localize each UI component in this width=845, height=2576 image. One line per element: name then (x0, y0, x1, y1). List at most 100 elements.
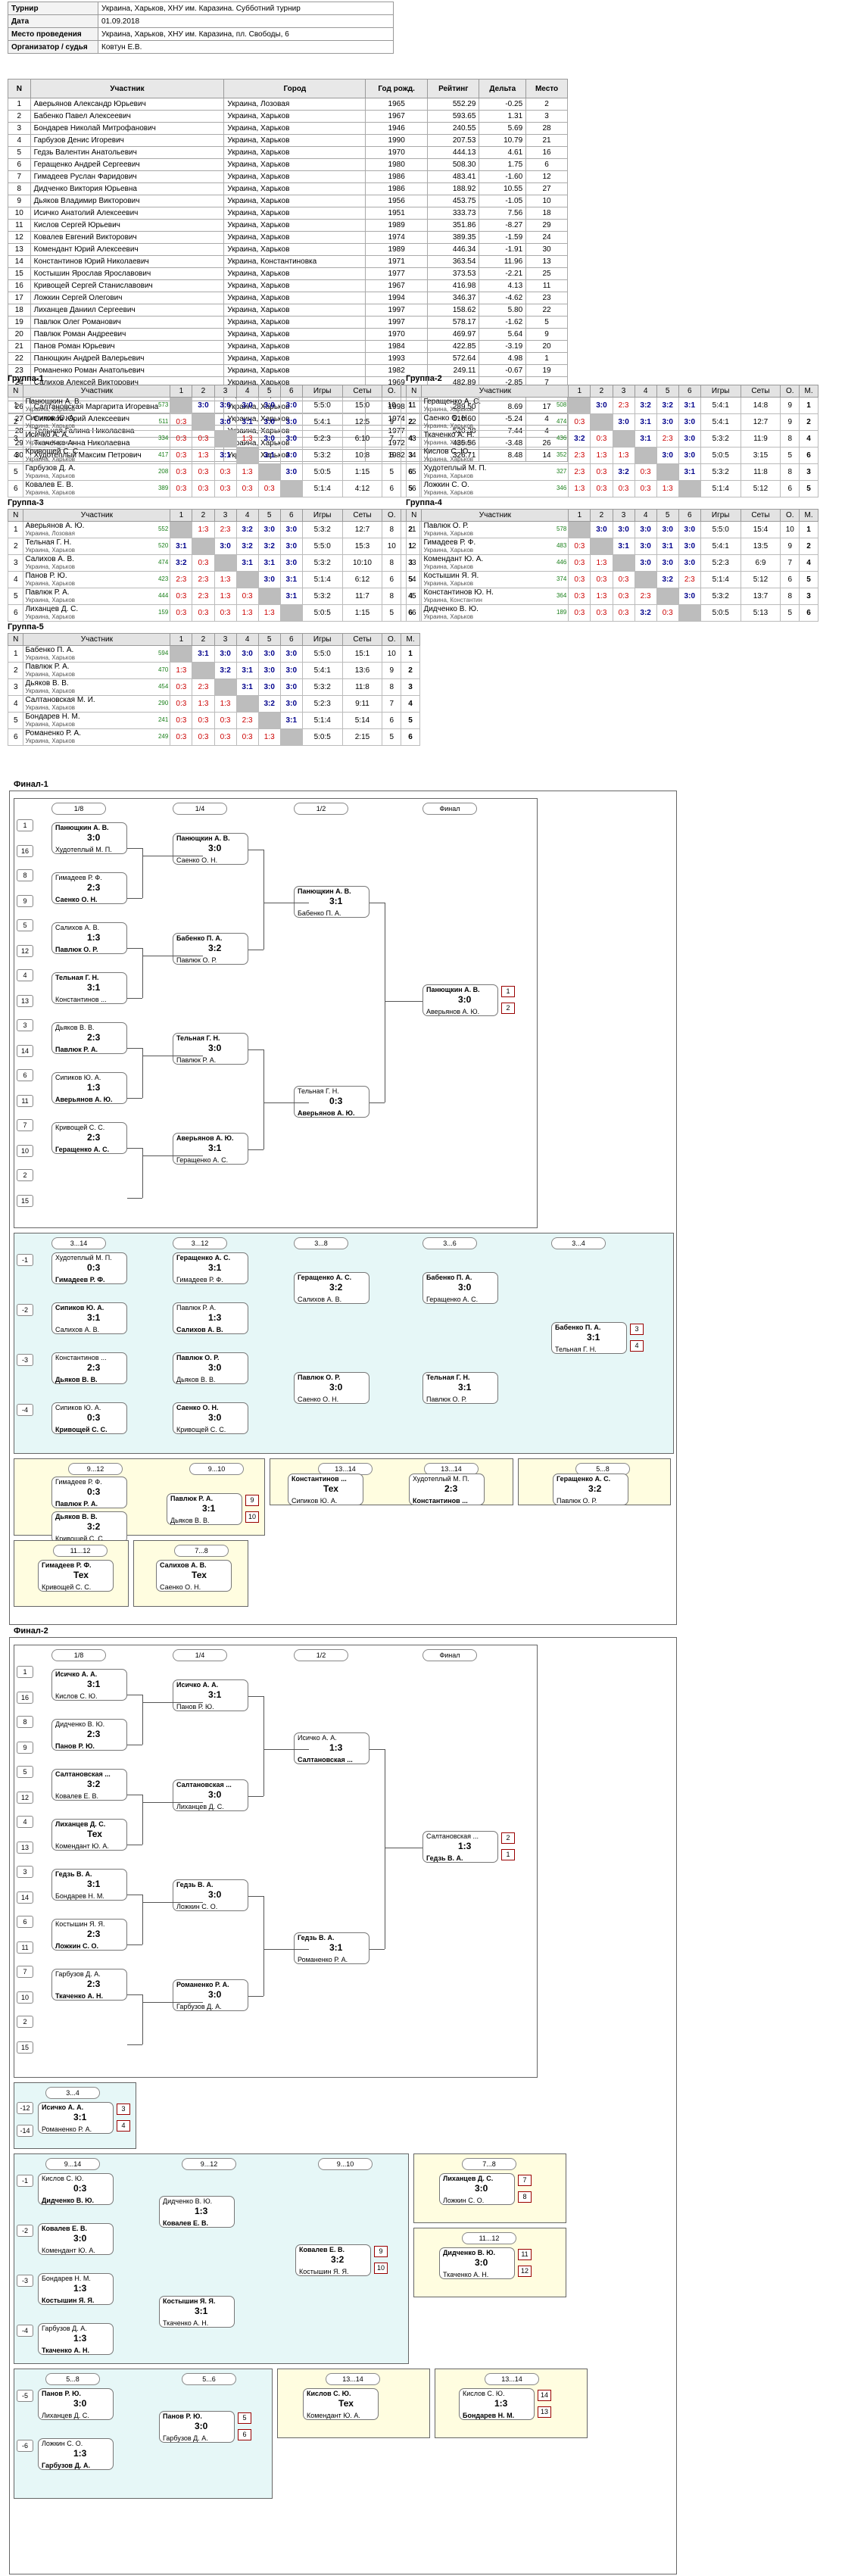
place-box: 9 (245, 1495, 259, 1506)
group-row: 3 334 Исичко А. А. Украина, Харьков 0:3 0:3 1:… (7, 430, 420, 448)
group-player: 552 Аверьянов А. Ю. Украина, Лозовая (23, 521, 171, 538)
group-place: 1 (799, 521, 818, 538)
match-player-b: Гарбузов Д. А. (176, 2003, 222, 2010)
match-score: 3:0 (208, 1412, 222, 1423)
player-cell: Костышин Ярослав Ярославович (30, 267, 225, 280)
group-row-num: 3 (405, 554, 422, 572)
match-box: Гедзь В. А. 3:0 Ложкин С. О. (173, 1879, 248, 1911)
group-points: 6 (382, 712, 402, 729)
group-score-cell: 0:3 (192, 728, 215, 746)
group-points: 5 (382, 463, 402, 481)
player-cell: Украина, Харьков (223, 340, 366, 353)
player-cell: 2 (8, 110, 31, 123)
group-score-cell (678, 480, 701, 497)
player-row: 22 Панющкин Андрей Валерьевич Украина, Хар… (8, 352, 568, 365)
player-cell: Украина, Харьков (223, 292, 366, 304)
group-games: 5:0:5 (301, 728, 343, 746)
group-row: 4 423 Панов Р. Ю. Украина, Харьков 2:3 2:3 1:3… (7, 571, 420, 588)
group-title: Группа-4 (406, 498, 442, 507)
match-score: 3:0 (195, 2421, 208, 2431)
player-city: Украина, Харьков (25, 405, 76, 413)
players-header-cell: Дельта (479, 79, 527, 98)
player-cell: Романенко Роман Анатольевич (30, 364, 225, 377)
player-cell: 9 (525, 328, 568, 341)
seed-number: 8 (17, 1716, 33, 1728)
seed-number: 3 (17, 1019, 33, 1031)
player-cell: 1993 (365, 352, 429, 365)
match-box: Тельная Г. Н. 0:3 Аверьянов А. Ю. (294, 1086, 369, 1118)
group-row: 5 327 Худотеплый М. П. Украина, Харьков 2:3 0… (405, 463, 818, 481)
match-player-b: Панов Р. Ю. (55, 1742, 95, 1750)
match-player-a: Геращенко А. С. (176, 1254, 231, 1261)
group-header-cell: М. (401, 633, 420, 646)
group-score-cell: 0:3 (590, 463, 613, 481)
bracket-line (127, 898, 142, 899)
group-score-cell: 3:0 (192, 397, 215, 414)
match-score: 3:1 (208, 1262, 222, 1273)
group-points: 6 (780, 571, 800, 588)
bracket-line (127, 1944, 142, 1945)
match-score: 3:0 (73, 2233, 87, 2244)
group-score-cell: 0:3 (568, 604, 591, 622)
group-header-row: NУчастник123456ИгрыСетыО.М. (405, 385, 818, 398)
player-rating: 511 (158, 417, 169, 425)
group-points: 8 (382, 447, 402, 464)
group-header-cell: М. (799, 509, 818, 522)
match-score: Тех (192, 1570, 207, 1580)
group-score-cell: 2:3 (192, 571, 215, 588)
group-header-cell: Участник (23, 633, 171, 646)
place-box: 7 (518, 2175, 532, 2186)
group-score-cell: 0:3 (170, 604, 193, 622)
match-player-b: Дьяков В. В. (176, 1376, 216, 1383)
group-row-num: 3 (7, 554, 24, 572)
group-score-cell: 3:0 (214, 413, 237, 431)
group-header-cell: Игры (700, 509, 741, 522)
group-score-cell (257, 712, 281, 729)
match-box: Гедзь В. А. 3:1 Романенко Р. А. (294, 1932, 369, 1964)
group-table: N Участник 1 2 3 4 5 6 Игры Сеты О. М. 1 508 Геращенко… (405, 385, 818, 497)
group-header-cell: N (7, 633, 24, 646)
seed-number: 14 (17, 1045, 33, 1057)
group-points: 10 (780, 521, 800, 538)
player-name: Павлюк О. Р. (423, 521, 469, 530)
match-player-b: Саенко О. Н. (55, 896, 98, 903)
group-score-cell: 3:0 (214, 538, 237, 555)
group-score-cell: 3:0 (257, 571, 281, 588)
group-score-cell: 2:3 (678, 571, 701, 588)
bracket-line (263, 1749, 309, 1750)
match-box: Геращенко А. С. 3:2 Салихов А. В. (294, 1272, 369, 1304)
player-rating: 444 (157, 591, 169, 599)
group-player: 364 Константинов Ю. Н. Украина, Константин (421, 588, 569, 605)
round-label: 5...8 (45, 2373, 100, 2385)
match-box: Дидченко В. Ю. 2:3 Панов Р. Ю. (51, 1719, 127, 1751)
group-sets: 11:8 (740, 463, 781, 481)
player-cell: Панов Роман Юрьевич (30, 340, 225, 353)
seed-number: 2 (17, 1169, 33, 1181)
match-box: Романенко Р. А. 3:0 Гарбузов Д. А. (173, 1979, 248, 2011)
player-rating: 446 (556, 558, 567, 566)
group-header-cell: 6 (279, 385, 303, 398)
player-cell: -1.05 (479, 195, 527, 207)
seed-number: 15 (17, 1195, 33, 1207)
group-score-cell: 0:3 (568, 554, 591, 572)
player-cell: 14 (8, 255, 31, 268)
player-name: Павлюк Р. А. (25, 662, 70, 671)
round-label: 9...12 (182, 2158, 236, 2170)
player-row: 6 Геращенко Андрей Сергеевич Украина, Харь… (8, 158, 568, 171)
player-cell: Гедзь Валентин Анатольевич (30, 146, 225, 159)
group-score-cell (214, 678, 237, 696)
group-score-cell (568, 397, 591, 414)
match-player-a: Панющкин А. В. (176, 834, 230, 842)
match-player-a: Лиханцев Д. С. (55, 1820, 106, 1828)
match-player-a: Гедзь В. А. (298, 1934, 335, 1941)
player-cell: 3 (8, 122, 31, 135)
player-cell: 158.62 (427, 304, 480, 317)
group-score-cell (590, 413, 613, 431)
player-cell: 12 (525, 170, 568, 183)
group-player: 594 Бабенко П. А. Украина, Харьков (23, 645, 171, 663)
group-header-cell: N (7, 385, 24, 398)
group-title: Группа-2 (406, 374, 442, 383)
player-cell: 389.35 (427, 231, 480, 244)
group-score-cell: 3:0 (279, 554, 303, 572)
player-cell: 23 (525, 292, 568, 304)
